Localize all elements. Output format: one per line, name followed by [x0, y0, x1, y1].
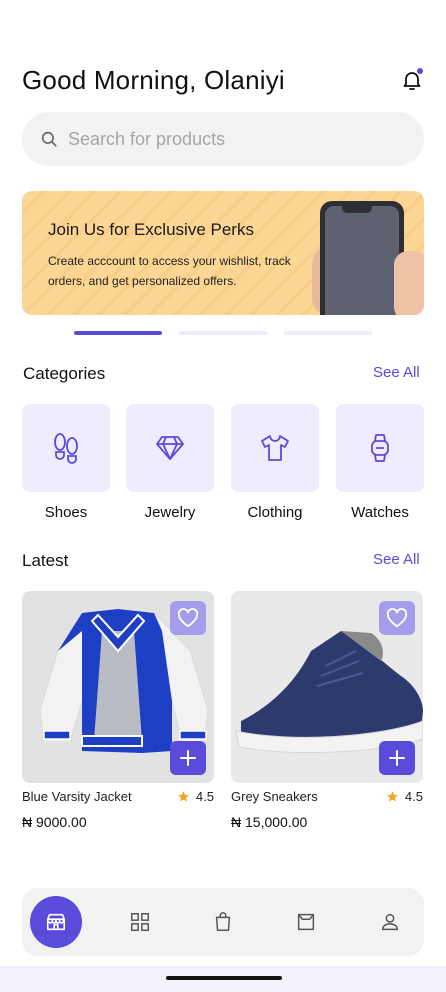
category-jewelry[interactable]: Jewelry — [126, 404, 214, 521]
carousel-dot-3[interactable] — [284, 331, 372, 335]
category-clothing[interactable]: Clothing — [231, 404, 319, 521]
basket-icon — [297, 913, 315, 931]
banner-text: Create acccount to access your wishlist,… — [48, 254, 291, 288]
category-label: Clothing — [247, 504, 303, 521]
search-bar[interactable] — [22, 112, 424, 166]
heart-icon — [177, 608, 199, 628]
product-name: Blue Varsity Jacket — [22, 789, 132, 804]
category-shoes[interactable]: Shoes — [22, 404, 110, 521]
system-home-area — [0, 966, 446, 992]
nav-orders[interactable] — [199, 898, 247, 946]
product-rating: 4.5 — [177, 789, 214, 804]
heart-icon — [386, 608, 408, 628]
plus-icon — [180, 750, 196, 766]
product-image-sneakers[interactable] — [231, 591, 423, 783]
rating-value: 4.5 — [404, 789, 423, 804]
header: Good Morning, Olaniyi — [22, 62, 424, 98]
add-to-cart-button[interactable] — [379, 741, 415, 775]
plus-icon — [389, 750, 405, 766]
product-name: Grey Sneakers — [231, 789, 318, 804]
carousel-dot-1[interactable] — [74, 331, 162, 335]
diamond-icon — [156, 436, 184, 460]
favorite-button[interactable] — [379, 601, 415, 635]
home-indicator[interactable] — [166, 976, 282, 980]
notification-dot — [417, 68, 423, 74]
star-icon — [387, 791, 398, 802]
product-rating: 4.5 — [386, 789, 423, 804]
nav-cart[interactable] — [282, 898, 330, 946]
categories-title: Categories — [23, 364, 106, 383]
nav-profile[interactable] — [366, 898, 414, 946]
carousel-indicators — [74, 331, 374, 337]
promo-banner[interactable]: Join Us for Exclusive Perks Create accco… — [22, 191, 424, 315]
category-label: Shoes — [44, 504, 88, 521]
rating-value: 4.5 — [195, 789, 214, 804]
category-label: Watches — [351, 504, 409, 521]
hand-thumb-image — [394, 251, 424, 315]
product-price: ₦ 15,000.00 — [231, 814, 308, 830]
phone-image — [320, 201, 404, 315]
product-image-jacket[interactable] — [22, 591, 214, 783]
banner-title: Join Us for Exclusive Perks — [48, 220, 254, 239]
profile-icon — [381, 913, 399, 931]
tshirt-icon — [261, 435, 289, 461]
greeting-title: Good Morning, Olaniyi — [22, 64, 285, 95]
star-icon — [178, 791, 189, 802]
nav-categories[interactable] — [116, 898, 164, 946]
latest-title: Latest — [22, 551, 69, 570]
latest-see-all-link[interactable]: See All — [373, 551, 420, 568]
search-input[interactable] — [68, 128, 388, 150]
categories-see-all-link[interactable]: See All — [373, 364, 420, 381]
watch-icon — [371, 434, 389, 462]
nav-store[interactable] — [30, 896, 82, 948]
shopping-bag-icon — [215, 912, 231, 931]
search-icon — [41, 131, 57, 147]
product-card[interactable]: Blue Varsity Jacket 4.5 ₦ 9000.00 — [22, 591, 214, 830]
product-card[interactable]: Grey Sneakers 4.5 ₦ 15,000.00 — [231, 591, 423, 830]
favorite-button[interactable] — [170, 601, 206, 635]
store-icon — [46, 913, 66, 931]
add-to-cart-button[interactable] — [170, 741, 206, 775]
category-label: Jewelry — [144, 504, 196, 521]
notification-bell-icon[interactable] — [400, 68, 424, 92]
carousel-dot-2[interactable] — [179, 331, 267, 335]
bottom-navigation — [22, 888, 424, 956]
category-watches[interactable]: Watches — [336, 404, 424, 521]
grid-icon — [131, 913, 149, 931]
footprints-icon — [54, 433, 78, 464]
product-price: ₦ 9000.00 — [22, 814, 87, 830]
